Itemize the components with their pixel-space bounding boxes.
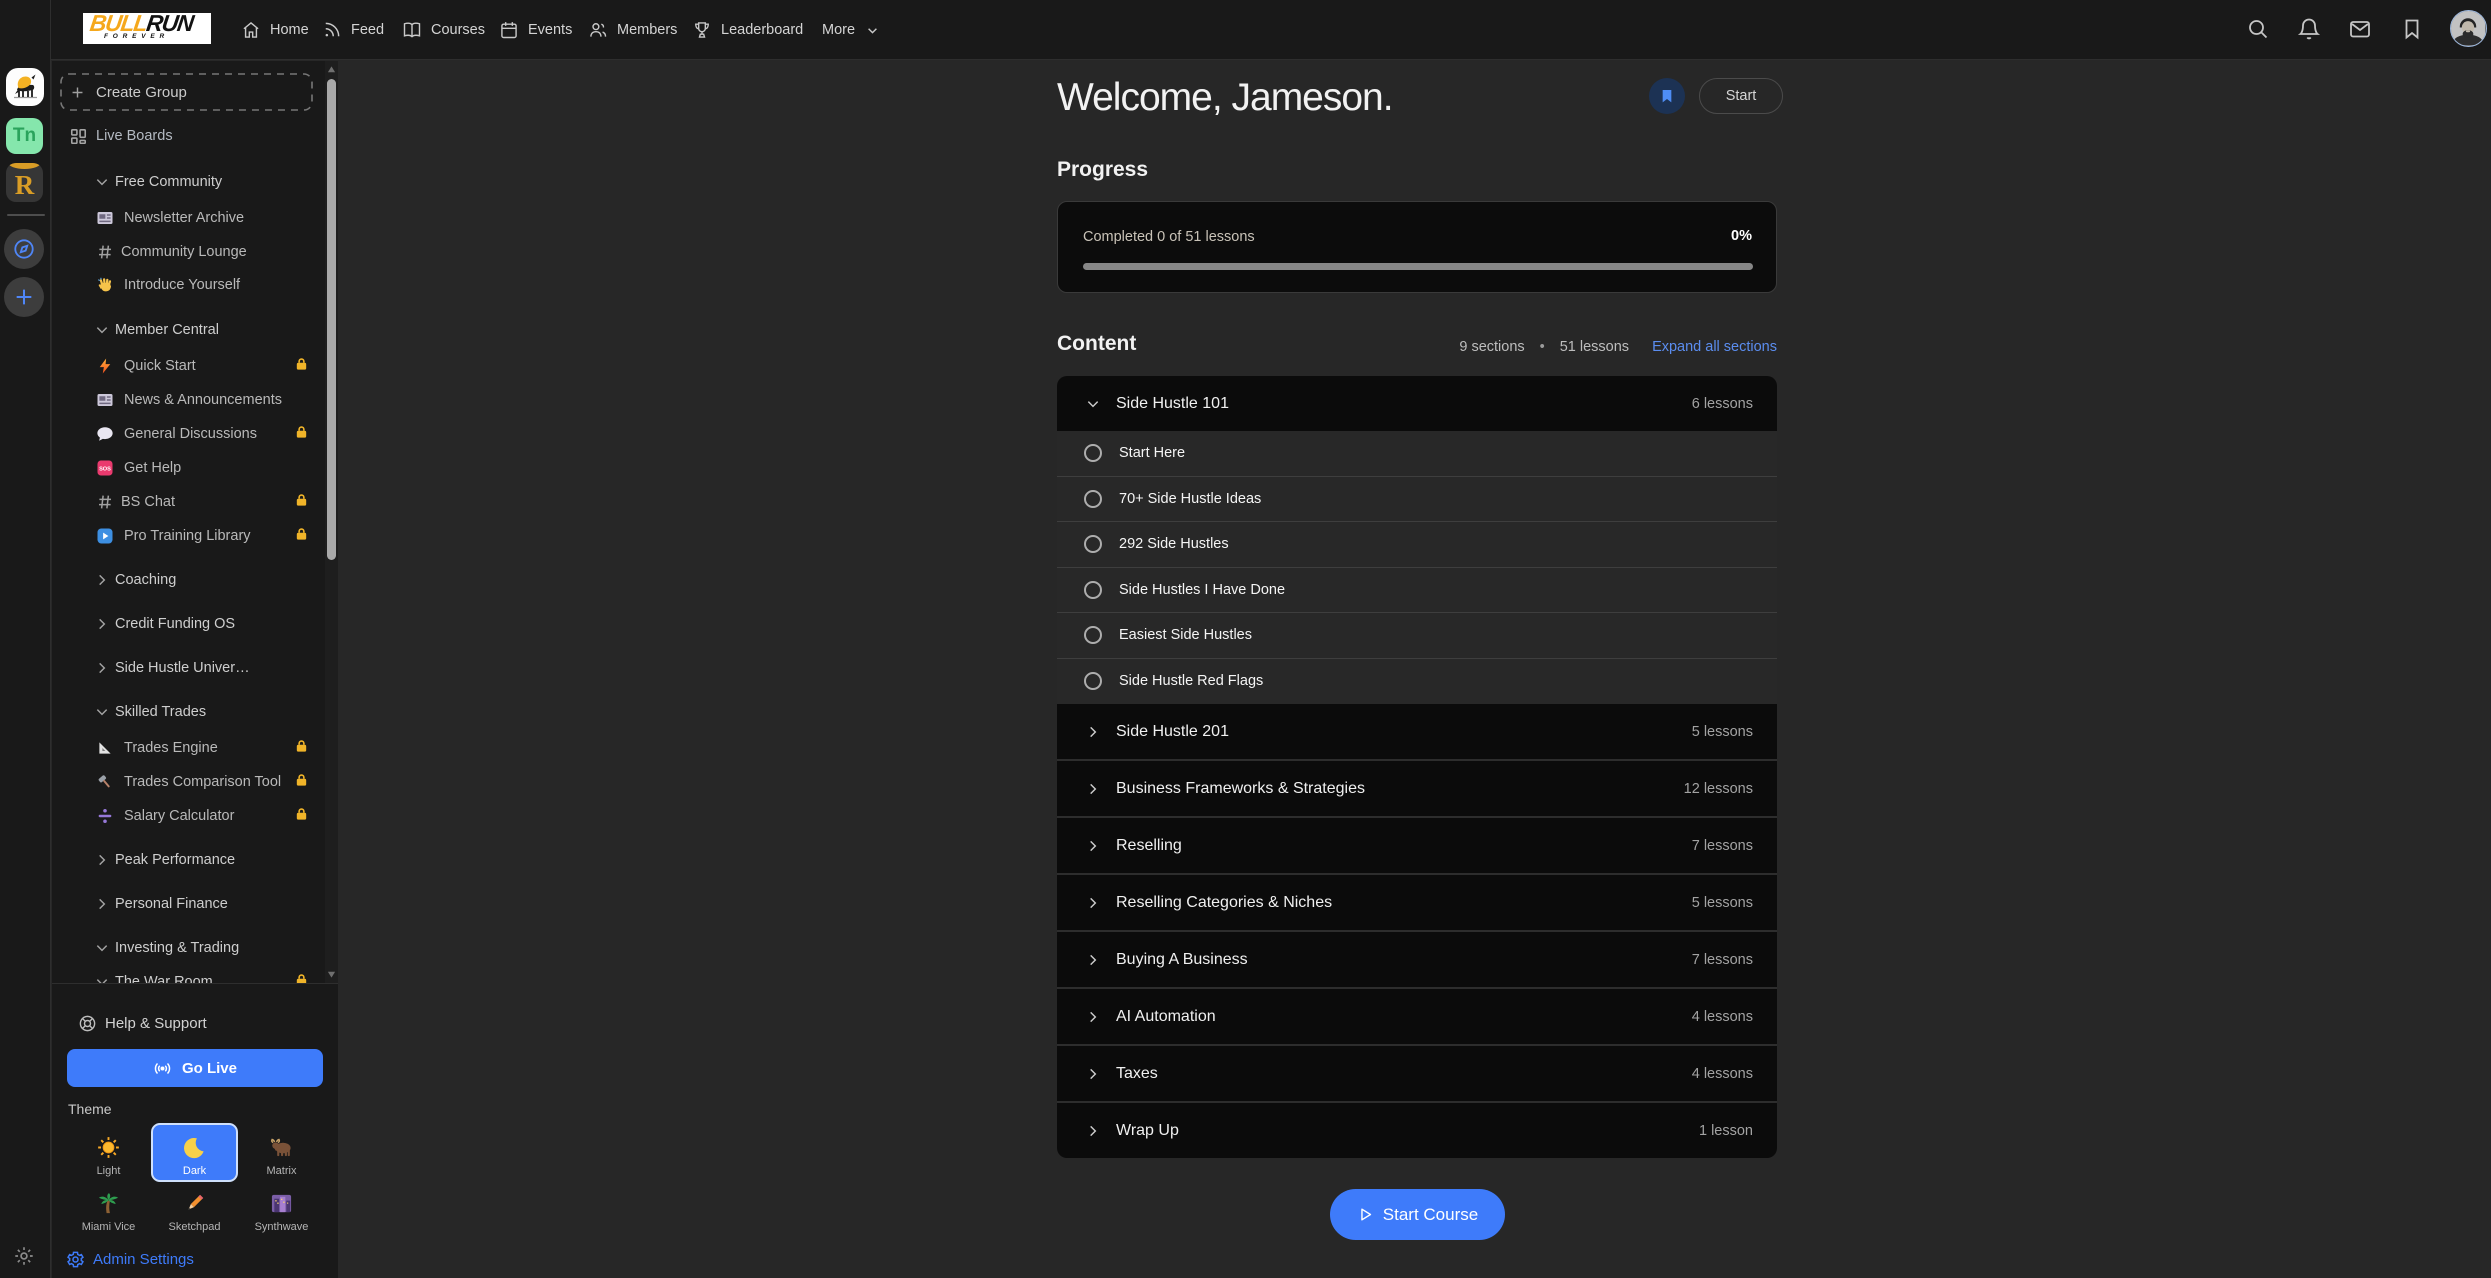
svg-text:SOS: SOS [99, 466, 111, 472]
